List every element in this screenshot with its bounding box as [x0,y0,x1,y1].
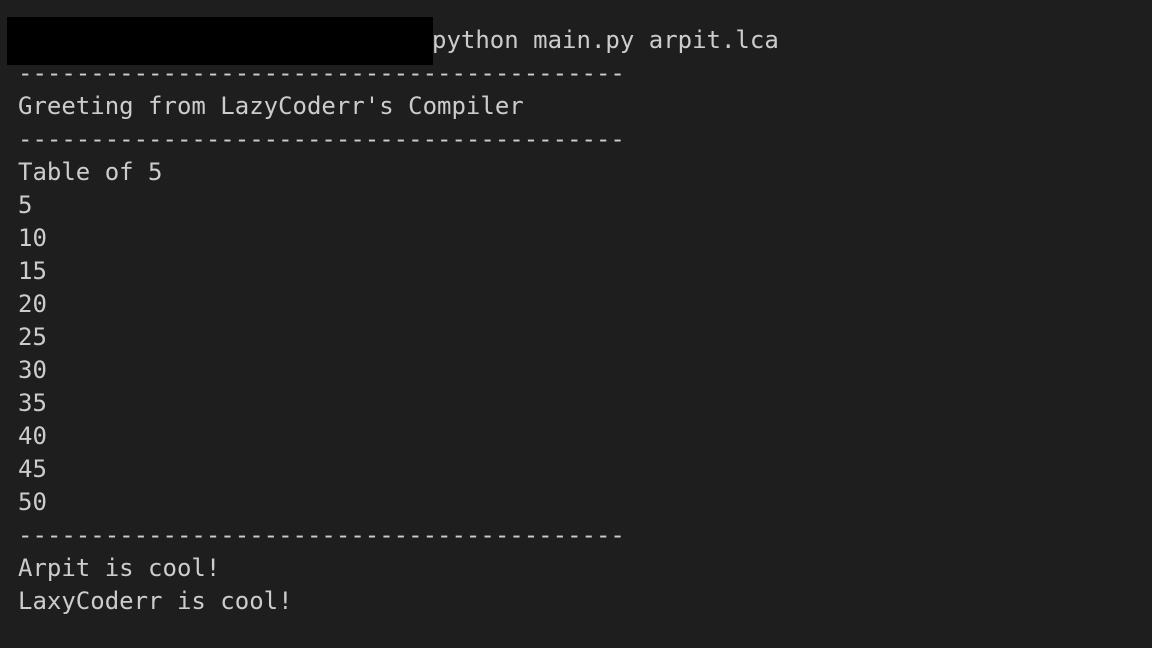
terminal-output[interactable]: python main.py arpit.lca ---------------… [0,0,1152,648]
redacted-prompt [7,17,433,65]
greeting-text: Greeting from LazyCoderr's Compiler [18,92,524,120]
footer-line: Arpit is cool! [18,554,221,582]
table-value: 15 [18,257,47,285]
footer-line: LaxyCoderr is cool! [18,587,293,615]
command-text: python main.py arpit.lca [432,26,779,54]
table-value: 40 [18,422,47,450]
table-value: 50 [18,488,47,516]
table-value: 35 [18,389,47,417]
command-line: python main.py arpit.lca [7,17,1152,65]
table-value: 45 [18,455,47,483]
table-value: 25 [18,323,47,351]
table-value: 5 [18,191,33,219]
separator-line: ----------------------------------------… [18,521,625,549]
table-value: 20 [18,290,47,318]
table-value: 30 [18,356,47,384]
table-value: 10 [18,224,47,252]
table-title: Table of 5 [18,158,163,186]
separator-line: ----------------------------------------… [18,125,625,153]
